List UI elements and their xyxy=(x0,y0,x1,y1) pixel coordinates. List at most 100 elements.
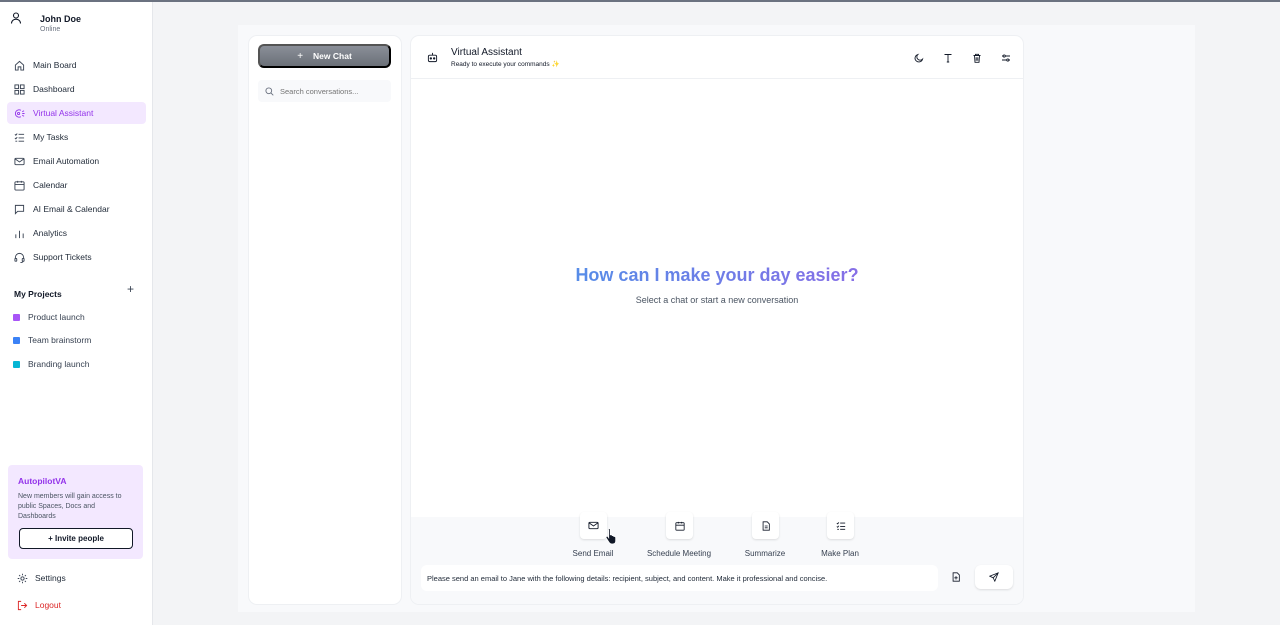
text-icon xyxy=(943,53,953,63)
hero-subtitle: Select a chat or start a new conversatio… xyxy=(635,295,799,305)
sidebar-item-label: Virtual Assistant xyxy=(33,108,94,118)
invite-people-button[interactable]: + Invite people xyxy=(19,528,133,549)
quick-action-send-email[interactable]: Send Email xyxy=(551,512,635,561)
message-input[interactable] xyxy=(427,573,927,583)
message-composer xyxy=(421,565,938,591)
list-check-icon xyxy=(836,521,846,531)
sidebar-item-label: Analytics xyxy=(33,228,68,238)
hero-title: How can I make your day easier? xyxy=(411,265,1023,286)
sidebar-item-label: Dashboard xyxy=(33,84,75,94)
user-name: John Doe xyxy=(40,14,82,24)
quick-action-icon-box xyxy=(752,512,779,539)
font-size-button[interactable] xyxy=(941,51,955,65)
quick-action-label: Make Plan xyxy=(821,549,859,558)
trash-icon xyxy=(972,53,982,63)
sidebar-item-label: Main Board xyxy=(33,60,77,70)
user-profile[interactable]: John Doe Online xyxy=(10,12,150,38)
logout-label: Logout xyxy=(35,600,61,610)
add-project-button[interactable]: + xyxy=(127,282,134,296)
project-label: Product launch xyxy=(28,312,85,322)
sliders-icon xyxy=(1001,53,1011,63)
sidebar: John Doe Online Main Board Dashboard Vir… xyxy=(0,2,153,625)
sidebar-item-label: AI Email & Calendar xyxy=(33,204,110,214)
search-icon xyxy=(265,86,274,96)
new-chat-button[interactable]: + New Chat xyxy=(258,44,391,68)
sidebar-item-analytics[interactable]: Analytics xyxy=(7,222,146,244)
chat-list-panel: + New Chat xyxy=(249,36,401,604)
composer-area: Send Email Schedule Meeting Summarize Ma… xyxy=(411,512,1023,604)
welcome-hero: How can I make your day easier? Select a… xyxy=(411,265,1023,305)
assistant-title: Virtual Assistant xyxy=(451,47,522,58)
chat-bubble-icon xyxy=(14,204,25,215)
new-chat-label: New Chat xyxy=(313,51,352,61)
calendar-icon xyxy=(674,521,685,531)
settings-sliders-button[interactable] xyxy=(999,51,1013,65)
moon-icon xyxy=(914,53,924,63)
quick-action-label: Summarize xyxy=(744,549,786,558)
quick-action-label: Send Email xyxy=(572,549,614,558)
settings-label: Settings xyxy=(35,573,66,583)
project-color-swatch xyxy=(13,360,20,368)
sidebar-item-ai-email-calendar[interactable]: AI Email & Calendar xyxy=(7,198,146,220)
bar-chart-icon xyxy=(14,228,25,239)
sidebar-item-label: Support Tickets xyxy=(33,252,92,262)
sidebar-nav: Main Board Dashboard Virtual Assistant M… xyxy=(7,54,146,270)
sidebar-item-my-tasks[interactable]: My Tasks xyxy=(7,126,146,148)
search-input[interactable] xyxy=(280,86,385,96)
user-icon xyxy=(10,12,22,24)
sidebar-item-calendar[interactable]: Calendar xyxy=(7,174,146,196)
gear-icon xyxy=(17,573,28,584)
list-check-icon xyxy=(14,132,25,143)
project-label: Team brainstorm xyxy=(28,335,92,345)
mail-icon xyxy=(588,520,599,531)
sidebar-item-main-board[interactable]: Main Board xyxy=(7,54,146,76)
hand-cursor-icon xyxy=(605,527,619,545)
send-icon xyxy=(989,572,999,582)
project-label: Branding launch xyxy=(28,359,90,369)
projects-header: My Projects + xyxy=(14,282,134,299)
conversation-search xyxy=(258,80,391,102)
window-top-edge xyxy=(0,0,1280,2)
calendar-icon xyxy=(14,180,25,191)
headset-icon xyxy=(14,252,25,263)
sidebar-item-email-automation[interactable]: Email Automation xyxy=(7,150,146,172)
quick-action-label: Schedule Meeting xyxy=(646,549,712,558)
assistant-subtitle: Ready to execute your commands ✨ xyxy=(451,61,560,68)
quick-action-icon-box xyxy=(827,512,854,539)
attach-file-button[interactable] xyxy=(947,568,965,586)
project-item-team-brainstorm[interactable]: Team brainstorm xyxy=(13,333,133,347)
sidebar-item-label: My Tasks xyxy=(33,132,69,142)
chat-header: Virtual Assistant Ready to execute your … xyxy=(411,36,1023,79)
projects-heading: My Projects xyxy=(14,289,62,299)
mail-icon xyxy=(14,156,25,167)
quick-action-icon-box xyxy=(666,512,693,539)
file-plus-icon xyxy=(951,572,961,582)
delete-chat-button[interactable] xyxy=(970,51,984,65)
home-icon xyxy=(14,60,25,71)
sidebar-item-dashboard[interactable]: Dashboard xyxy=(7,78,146,100)
sidebar-item-support-tickets[interactable]: Support Tickets xyxy=(7,246,146,268)
document-icon xyxy=(761,520,771,531)
project-item-branding-launch[interactable]: Branding launch xyxy=(13,357,133,371)
assistant-chat-panel: Virtual Assistant Ready to execute your … xyxy=(411,36,1023,604)
project-item-product-launch[interactable]: Product launch xyxy=(13,310,133,324)
assistant-icon xyxy=(14,108,25,119)
settings-link[interactable]: Settings xyxy=(17,571,66,585)
send-button[interactable] xyxy=(975,565,1013,589)
plus-icon: + xyxy=(297,50,304,62)
header-toolbar xyxy=(897,51,1013,65)
sidebar-item-virtual-assistant[interactable]: Virtual Assistant xyxy=(7,102,146,124)
quick-action-icon-box xyxy=(580,512,607,539)
user-status: Online xyxy=(40,26,61,33)
sidebar-item-label: Calendar xyxy=(33,180,68,190)
logout-link[interactable]: Logout xyxy=(17,598,61,612)
dark-mode-toggle[interactable] xyxy=(912,51,926,65)
project-color-swatch xyxy=(13,313,20,321)
quick-action-summarize[interactable]: Summarize xyxy=(723,512,807,561)
promo-text: New members will gain access to public S… xyxy=(18,493,122,520)
project-color-swatch xyxy=(13,336,20,344)
grid-icon xyxy=(14,83,25,95)
quick-action-schedule-meeting[interactable]: Schedule Meeting xyxy=(637,512,721,561)
quick-action-make-plan[interactable]: Make Plan xyxy=(798,512,882,561)
logout-icon xyxy=(17,600,28,611)
